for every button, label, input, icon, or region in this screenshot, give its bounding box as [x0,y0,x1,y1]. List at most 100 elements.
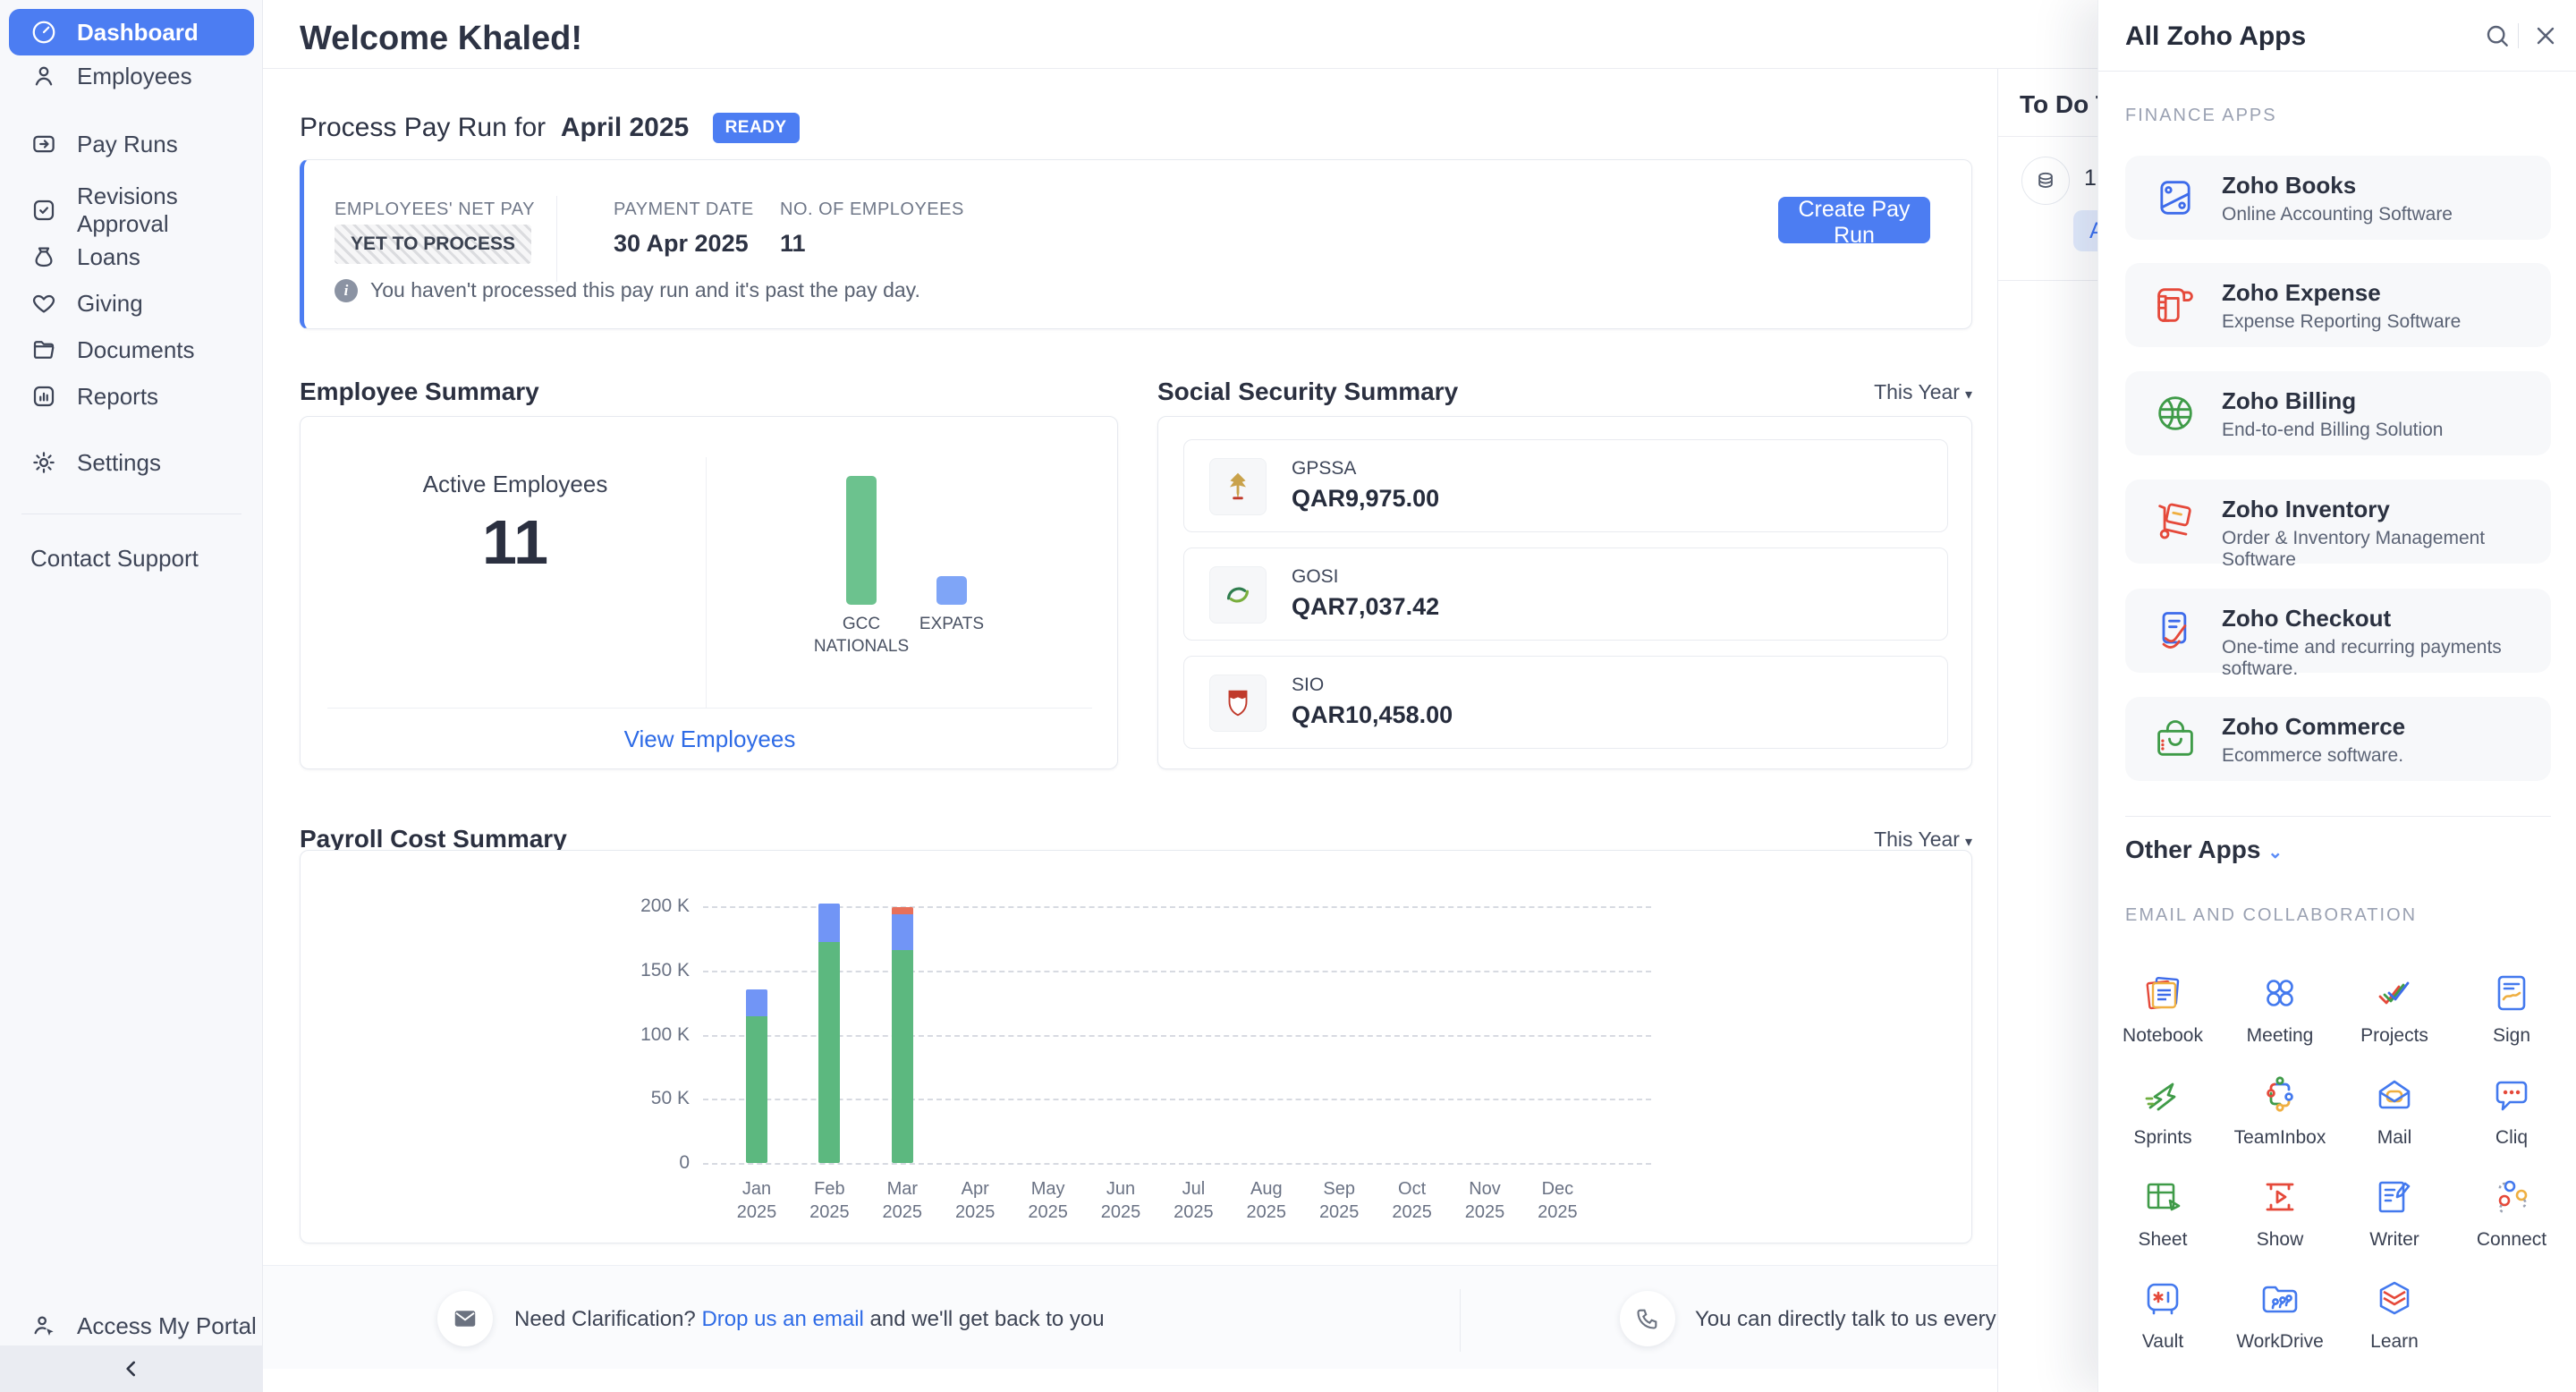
app-card-zoho-books[interactable]: Zoho Books Online Accounting Software [2125,156,2551,240]
dashboard-gauge-icon [30,19,57,46]
app-card-zoho-billing[interactable]: Zoho Billing End-to-end Billing Solution [2125,371,2551,455]
sign-icon [2490,972,2533,1014]
social-security-filter[interactable]: This Year ▾ [1873,380,1972,404]
chevron-down-icon: ▾ [1965,387,1972,403]
sidebar-item-pay-runs[interactable]: Pay Runs [0,121,263,167]
other-apps-label: Other Apps [2125,836,2260,863]
payrun-period: April 2025 [561,113,689,142]
app-sheet[interactable]: Sheet [2105,1176,2221,1251]
sidebar-item-label: Pay Runs [77,131,178,158]
app-desc: Online Accounting Software [2222,204,2453,225]
active-employees-label: Active Employees [372,471,658,498]
app-vault[interactable]: Vault [2105,1277,2221,1353]
sidebar-item-label: Loans [77,243,140,271]
app-name: Zoho Commerce [2222,713,2405,741]
envelope-icon [452,1305,479,1332]
app-label: Cliq [2453,1127,2570,1149]
app-label: Sign [2453,1025,2570,1047]
expats-bar [936,576,967,605]
app-desc: End-to-end Billing Solution [2222,420,2444,441]
app-cliq[interactable]: Cliq [2453,1074,2570,1149]
sidebar-item-loans[interactable]: Loans [0,233,263,280]
expats-bar-label: EXPATS [889,613,1014,635]
sidebar-item-reports[interactable]: Reports [0,373,263,420]
app-name: Zoho Expense [2222,279,2381,307]
chart-y-tick: 50 K [618,1088,690,1109]
email-support-text: Need Clarification? Drop us an email and… [514,1307,1105,1332]
payroll-summary-filter[interactable]: This Year▾ [1873,828,1972,852]
other-apps-toggle[interactable]: Other Apps⌄ [2125,836,2283,864]
employee-summary-card: Active Employees 11 GCCNATIONALS EXPATS … [300,416,1118,769]
app-card-zoho-inventory[interactable]: Zoho Inventory Order & Inventory Managem… [2125,480,2551,564]
chart-bar-jan [746,989,767,1163]
create-pay-run-button[interactable]: Create Pay Run [1778,197,1930,243]
sidebar-item-label: Reports [77,383,158,411]
app-label: Learn [2336,1331,2453,1353]
app-sprints[interactable]: Sprints [2105,1074,2221,1149]
drawer-divider [2125,816,2551,817]
workdrive-icon [2258,1277,2301,1320]
sidebar-item-contact-support[interactable]: Contact Support [0,535,263,581]
app-card-zoho-commerce[interactable]: Zoho Commerce Ecommerce software. [2125,697,2551,781]
phone-text-prefix: You can directly talk to us every [1695,1307,1996,1331]
app-mail[interactable]: Mail [2336,1074,2453,1149]
app-name: Zoho Checkout [2222,605,2391,632]
sidebar-item-dashboard[interactable]: Dashboard [9,9,254,55]
person-cursor-icon [30,1312,57,1339]
zoho-checkout-icon [2152,607,2199,654]
app-show[interactable]: Show [2222,1176,2338,1251]
sidebar-item-giving[interactable]: Giving [0,280,263,327]
app-connect[interactable]: Connect [2453,1176,2570,1251]
chart-bar-mar [892,907,913,1163]
app-label: TeamInbox [2222,1127,2338,1149]
search-icon[interactable] [2483,21,2512,50]
sidebar-item-settings[interactable]: Settings [0,439,263,486]
chevron-left-icon [120,1357,143,1380]
reports-icon [30,383,57,410]
teaminbox-icon [2258,1074,2301,1116]
vault-icon [2141,1277,2184,1320]
payment-date-value: 30 Apr 2025 [614,230,749,258]
chart-bar-segment [746,989,767,1016]
sidebar-item-access-my-portal[interactable]: Access My Portal [0,1303,263,1349]
app-teaminbox[interactable]: TeamInbox [2222,1074,2338,1149]
close-icon[interactable] [2531,21,2560,50]
app-learn[interactable]: Learn [2336,1277,2453,1353]
app-sign[interactable]: Sign [2453,972,2570,1047]
app-desc: Order & Inventory Management Software [2222,528,2551,571]
chart-x-label: Sep2025 [1303,1177,1375,1224]
chart-gridline [703,906,1651,908]
chart-y-tick: 0 [618,1152,690,1174]
app-card-zoho-expense[interactable]: Zoho Expense Expense Reporting Software [2125,263,2551,347]
meeting-icon [2258,972,2301,1014]
drop-us-an-email-link[interactable]: Drop us an email [701,1307,863,1331]
chart-bar-feb [818,904,840,1163]
sidebar-item-employees[interactable]: Employees [0,53,263,99]
app-writer[interactable]: Writer [2336,1176,2453,1251]
app-notebook[interactable]: Notebook [2105,972,2221,1047]
chart-y-tick: 200 K [618,895,690,917]
sidebar: Dashboard Employees Pay Runs Revisions A… [0,0,263,1392]
sidebar-collapse-bar[interactable] [0,1345,263,1392]
sidebar-item-revisions-approval[interactable]: Revisions Approval [0,187,263,233]
app-card-zoho-checkout[interactable]: Zoho Checkout One-time and recurring pay… [2125,589,2551,673]
notebook-icon [2141,972,2184,1014]
coins-icon [2032,167,2059,194]
sidebar-item-documents[interactable]: Documents [0,327,263,373]
app-workdrive[interactable]: WorkDrive [2222,1277,2338,1353]
chart-gridline [703,1035,1651,1037]
mail-icon [2373,1074,2416,1116]
app-meeting[interactable]: Meeting [2222,972,2338,1047]
chart-x-label: Mar2025 [867,1177,938,1224]
sio-emblem-icon [1209,675,1267,732]
app-desc: Ecommerce software. [2222,745,2403,767]
app-projects[interactable]: Projects [2336,972,2453,1047]
app-label: Notebook [2105,1025,2221,1047]
chart-x-label: Jun2025 [1085,1177,1157,1224]
filter-value: This Year [1874,380,1960,403]
chart-bar-segment [818,942,840,1163]
drawer-title: All Zoho Apps [2125,21,2306,52]
access-my-portal-label: Access My Portal [77,1312,257,1340]
chart-bar-segment [892,914,913,950]
view-employees-link[interactable]: View Employees [301,726,1119,753]
